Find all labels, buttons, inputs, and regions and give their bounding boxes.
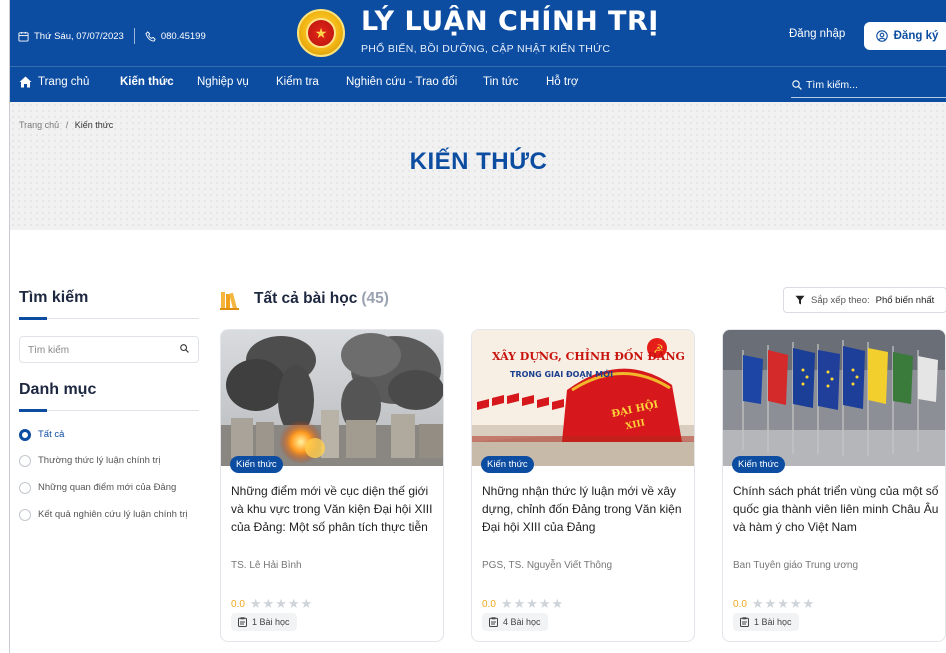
category-label: Thường thức lý luận chính trị [38, 455, 161, 466]
rating-value: 0.0 [482, 598, 496, 610]
card-lesson-count: 4 Bài học [482, 613, 548, 631]
nav-search[interactable]: Tìm kiếm... [792, 79, 872, 91]
image-caption: TRONG GIAI ĐOẠN MỚI [510, 368, 613, 379]
breadcrumb: Trang chủ / Kiến thức [19, 120, 113, 130]
radio-icon [19, 509, 31, 521]
sidebar-search-title: Tìm kiếm [19, 289, 89, 306]
sort-value: Phổ biến nhất [875, 294, 935, 306]
main-nav: Trang chủ Kiến thức Nghiệp vụ Kiểm tra N… [10, 66, 946, 102]
star-icon: ★★★★★ [500, 596, 565, 611]
card-lesson-count: 1 Bài học [733, 613, 799, 631]
card-rating: 0.0 ★★★★★ [231, 596, 313, 612]
radio-icon [19, 482, 31, 494]
search-icon [792, 80, 802, 90]
rating-value: 0.0 [231, 598, 245, 610]
category-research-results[interactable]: Kết quả nghiên cứu lý luận chính trị [19, 509, 199, 521]
page-hero: Trang chủ / Kiến thức KIẾN THỨC [10, 102, 946, 230]
header-date: Thứ Sáu, 07/07/2023 [34, 30, 124, 42]
card-title[interactable]: Chính sách phát triển vùng của một số qu… [733, 482, 939, 536]
list-title: Tất cả bài học [254, 290, 358, 307]
nav-item-home[interactable]: Trang chủ [19, 76, 89, 88]
lesson-count: 4 Bài học [503, 617, 541, 627]
list-heading: Tất cả bài học (45) [254, 290, 389, 308]
breadcrumb-home[interactable]: Trang chủ [19, 120, 59, 130]
filter-icon [795, 295, 805, 305]
sort-label: Sắp xếp theo: [811, 294, 870, 306]
category-label: Kết quả nghiên cứu lý luận chính trị [38, 509, 188, 520]
nav-search-underline [791, 97, 946, 98]
nav-label: Trang chủ [38, 76, 90, 88]
login-link[interactable]: Đăng nhập [789, 28, 845, 40]
sort-dropdown[interactable]: Sắp xếp theo: Phổ biến nhất [783, 287, 946, 313]
breadcrumb-separator: / [65, 120, 69, 130]
card-author: Ban Tuyên giáo Trung ương [733, 560, 858, 571]
star-icon: ★★★★★ [751, 596, 816, 611]
register-label: Đăng ký [893, 30, 939, 42]
nav-item-knowledge[interactable]: Kiến thức [120, 76, 174, 88]
nav-item-test[interactable]: Kiểm tra [276, 76, 319, 88]
course-card[interactable]: ☭ XÂY DỰNG, CHỈNH ĐỐN ĐẢNG TRONG GIAI ĐO… [471, 329, 695, 642]
home-icon [19, 76, 32, 88]
divider [19, 409, 199, 412]
card-rating: 0.0 ★★★★★ [482, 596, 564, 612]
card-author: PGS, TS. Nguyễn Viết Thông [482, 560, 613, 571]
course-card[interactable]: Kiến thức Chính sách phát triển vùng của… [722, 329, 946, 642]
page-title: KIẾN THỨC [409, 148, 548, 175]
nav-item-news[interactable]: Tin tức [483, 76, 518, 88]
category-label: Những quan điểm mới của Đảng [38, 482, 177, 493]
nav-item-practice[interactable]: Nghiệp vụ [197, 76, 249, 88]
category-all[interactable]: Tất cả [19, 429, 199, 441]
page: Thứ Sáu, 07/07/2023 080.45199 ★ LÝ LUẬN … [9, 0, 946, 653]
user-icon [875, 30, 888, 42]
card-rating: 0.0 ★★★★★ [733, 596, 815, 612]
sidebar-category-title: Danh mục [19, 381, 97, 398]
star-icon: ★ [306, 18, 336, 48]
card-author: TS. Lê Hải Bình [231, 560, 302, 571]
books-icon [219, 289, 241, 316]
card-tag: Kiến thức [732, 456, 785, 473]
card-tag: Kiến thức [481, 456, 534, 473]
sidebar-search-placeholder: Tìm kiếm [28, 345, 70, 356]
header-bar: Thứ Sáu, 07/07/2023 080.45199 ★ LÝ LUẬN … [10, 0, 946, 66]
lesson-count: 1 Bài học [252, 617, 290, 627]
nav-item-support[interactable]: Hỗ trợ [546, 76, 578, 88]
card-lesson-count: 1 Bài học [231, 613, 297, 631]
rating-value: 0.0 [733, 598, 747, 610]
card-title[interactable]: Những nhận thức lý luận mới về xây dựng,… [482, 482, 688, 536]
header-info: Thứ Sáu, 07/07/2023 080.45199 [18, 28, 206, 44]
category-label: Tất cả [38, 429, 65, 440]
clipboard-icon [238, 617, 247, 627]
divider [19, 317, 199, 320]
category-new-views[interactable]: Những quan điểm mới của Đảng [19, 482, 199, 494]
nav-search-placeholder: Tìm kiếm... [806, 79, 858, 91]
site-subtitle: PHỔ BIẾN, BỒI DƯỠNG, CẬP NHẬT KIẾN THỨC [361, 43, 611, 55]
list-count: (45) [361, 290, 389, 307]
category-basics[interactable]: Thường thức lý luận chính trị [19, 455, 199, 467]
sidebar-search-input[interactable]: Tìm kiếm [19, 336, 199, 363]
search-icon[interactable] [180, 344, 189, 356]
card-image-eu-flags [723, 330, 945, 466]
clipboard-icon [489, 617, 498, 627]
header-phone[interactable]: 080.45199 [161, 31, 206, 42]
radio-icon [19, 455, 31, 467]
card-image-explosion [221, 330, 443, 466]
card-tag: Kiến thức [230, 456, 283, 473]
divider [133, 28, 135, 44]
emblem-logo[interactable]: ★ [297, 9, 345, 57]
calendar-icon [18, 31, 29, 42]
nav-item-research[interactable]: Nghiên cứu - Trao đổi [346, 76, 457, 88]
star-icon: ★★★★★ [249, 596, 314, 611]
lesson-count: 1 Bài học [754, 617, 792, 627]
card-image-party-congress: ☭ XÂY DỰNG, CHỈNH ĐỐN ĐẢNG TRONG GIAI ĐO… [472, 330, 694, 466]
radio-icon [19, 429, 31, 441]
site-title[interactable]: LÝ LUẬN CHÍNH TRỊ [361, 6, 659, 37]
image-caption: XÂY DỰNG, CHỈNH ĐỐN ĐẢNG [492, 348, 685, 363]
clipboard-icon [740, 617, 749, 627]
register-button[interactable]: Đăng ký [864, 22, 946, 50]
breadcrumb-current: Kiến thức [74, 120, 114, 130]
card-title[interactable]: Những điểm mới về cục diện thế giới và k… [231, 482, 437, 536]
course-card[interactable]: Kiến thức Những điểm mới về cục diện thế… [220, 329, 444, 642]
phone-icon [145, 30, 156, 42]
